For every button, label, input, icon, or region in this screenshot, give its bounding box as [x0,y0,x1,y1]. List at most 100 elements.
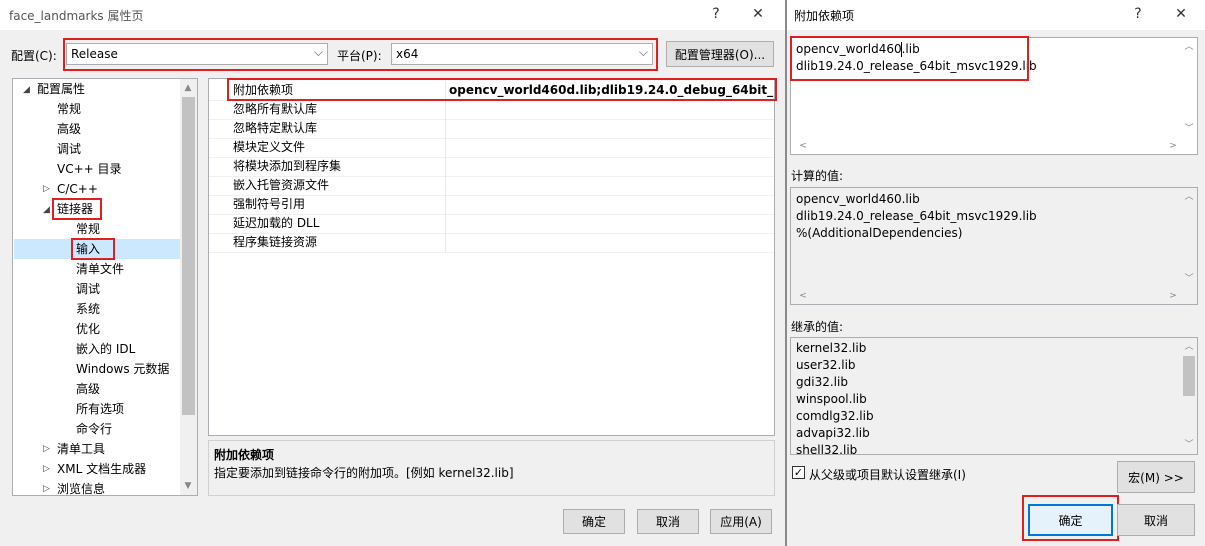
tree-item-linker-advanced[interactable]: 高级 [76,379,100,399]
tree-item-embedded-idl[interactable]: 嵌入的 IDL [76,339,135,359]
property-grid: 附加依赖项 opencv_world460d.lib;dlib19.24.0_d… [208,78,775,436]
inherit-checkbox-label[interactable]: 从父级或项目默认设置继承(I) [809,466,966,483]
scroll-left-icon[interactable]: < [795,139,811,153]
property-row[interactable]: 延迟加载的 DLL [209,214,774,234]
expand-triangle-icon[interactable]: ▷ [43,184,50,194]
property-name: 延迟加载的 DLL [233,216,320,230]
expand-triangle-icon[interactable]: ▷ [43,444,50,454]
property-name: 附加依赖项 [233,83,294,97]
tree-item-input[interactable]: 输入 [76,239,100,259]
scroll-right-icon[interactable]: > [1165,289,1181,303]
chevron-down-icon: ⌵ [638,45,648,59]
column-separator [445,138,446,157]
tree-item-all-options[interactable]: 所有选项 [76,399,124,419]
inherited-line: comdlg32.lib [796,409,874,423]
left-cancel-button[interactable]: 取消 [637,509,699,534]
config-manager-button[interactable]: 配置管理器(O)... [666,41,774,67]
column-separator [445,214,446,233]
column-separator [445,100,446,119]
right-ok-button[interactable]: 确定 [1028,504,1113,536]
platform-value: x64 [396,47,419,61]
inherited-line: user32.lib [796,358,856,372]
tree-scroll-thumb[interactable] [182,97,195,415]
column-separator [445,176,446,195]
tree-item-optimization[interactable]: 优化 [76,319,100,339]
column-separator [445,119,446,138]
left-ok-button[interactable]: 确定 [563,509,625,534]
tree-item-manifest-tool[interactable]: 清单工具 [57,439,105,459]
right-close-button[interactable]: ✕ [1171,6,1191,22]
property-row[interactable]: 忽略特定默认库 [209,119,774,139]
collapse-triangle-icon[interactable]: ◢ [23,85,30,95]
column-separator [445,157,446,176]
edit-line: dlib19.24.0_release_64bit_msvc1929.lib [796,59,1037,73]
inherit-checkbox[interactable]: ✓ [792,466,805,479]
tree-item-linker-general[interactable]: 常规 [76,219,100,239]
macro-button[interactable]: 宏(M) >> [1117,461,1195,493]
evaluated-line: opencv_world460.lib [796,192,920,206]
tree-item-command-line[interactable]: 命令行 [76,419,112,439]
tree-item-advanced[interactable]: 高级 [57,119,81,139]
tree-item-windows-metadata[interactable]: Windows 元数据 [76,359,169,379]
left-help-button[interactable]: ? [706,6,726,22]
config-value: Release [71,47,118,61]
tree-item-browse-info[interactable]: 浏览信息 [57,479,105,495]
tree-item-linker-debugging[interactable]: 调试 [76,279,100,299]
inherited-line: gdi32.lib [796,375,848,389]
tree-panel: ◢ 配置属性 常规 高级 调试 VC++ 目录 ▷ C/C++ ◢ 链接器 常规… [12,78,198,496]
tree-item-vc-directories[interactable]: VC++ 目录 [57,159,122,179]
scroll-up-icon[interactable]: ︿ [1181,40,1197,54]
property-value[interactable]: opencv_world460d.lib;dlib19.24.0_debug_6… [449,81,774,100]
description-text: 指定要添加到链接命令行的附加项。[例如 kernel32.lib] [214,466,514,480]
tree-item-xml-doc-generator[interactable]: XML 文档生成器 [57,459,146,479]
inherited-box: kernel32.lib user32.lib gdi32.lib winspo… [790,337,1198,455]
inherited-scrollbar[interactable]: ︿ ﹀ [1181,338,1197,454]
apply-button[interactable]: 应用(A) [710,509,772,534]
dependencies-edit-box[interactable]: opencv_world460.lib dlib19.24.0_release_… [790,37,1198,155]
inherited-scroll-thumb[interactable] [1183,356,1195,396]
scroll-down-icon[interactable]: ﹀ [1181,122,1197,136]
scroll-left-icon[interactable]: < [795,289,811,303]
tree-item-cpp[interactable]: C/C++ [57,179,98,199]
expand-triangle-icon[interactable]: ▷ [43,464,50,474]
property-row[interactable]: 程序集链接资源 [209,233,774,253]
config-dropdown[interactable]: Release ⌵ [66,43,328,65]
right-help-button[interactable]: ? [1128,6,1148,22]
scroll-down-icon[interactable]: ▼ [180,479,196,493]
property-row[interactable]: 强制符号引用 [209,195,774,215]
property-row[interactable]: 将模块添加到程序集 [209,157,774,177]
right-cancel-button[interactable]: 取消 [1117,504,1195,536]
scroll-up-icon[interactable]: ︿ [1181,190,1197,204]
column-separator [445,233,446,252]
config-label: 配置(C): [11,49,57,63]
expand-triangle-icon[interactable]: ▷ [43,484,50,494]
tree-scrollbar[interactable]: ▲ ▼ [180,79,197,495]
property-row[interactable]: 嵌入托管资源文件 [209,176,774,196]
description-pane: 附加依赖项 指定要添加到链接命令行的附加项。[例如 kernel32.lib] [208,440,775,496]
evaluated-line: %(AdditionalDependencies) [796,226,963,240]
platform-dropdown[interactable]: x64 ⌵ [391,43,653,65]
tree-item-manifest-file[interactable]: 清单文件 [76,259,124,279]
collapse-triangle-icon[interactable]: ◢ [43,205,50,215]
evaluated-label: 计算的值: [791,169,844,183]
inherited-line: advapi32.lib [796,426,870,440]
scroll-up-icon[interactable]: ▲ [180,81,196,95]
scroll-right-icon[interactable]: > [1165,139,1181,153]
tree-item-linker[interactable]: 链接器 [57,199,93,219]
tree-item-system[interactable]: 系统 [76,299,100,319]
scroll-down-icon[interactable]: ﹀ [1181,272,1197,286]
column-separator [445,81,446,100]
tree-item-general[interactable]: 常规 [57,99,81,119]
property-row[interactable]: 忽略所有默认库 [209,100,774,120]
tree-root[interactable]: 配置属性 [37,79,85,99]
property-row[interactable]: 模块定义文件 [209,138,774,158]
scroll-down-icon[interactable]: ﹀ [1181,438,1197,452]
left-window: face_landmarks 属性页 ? ✕ 配置(C): Release ⌵ … [0,0,785,546]
platform-label: 平台(P): [337,49,382,63]
left-close-button[interactable]: ✕ [748,6,768,22]
tree-item-debugging[interactable]: 调试 [57,139,81,159]
property-row[interactable]: 附加依赖项 opencv_world460d.lib;dlib19.24.0_d… [209,81,774,101]
evaluated-line: dlib19.24.0_release_64bit_msvc1929.lib [796,209,1037,223]
left-window-title: face_landmarks 属性页 [9,9,144,23]
scroll-up-icon[interactable]: ︿ [1181,340,1197,354]
